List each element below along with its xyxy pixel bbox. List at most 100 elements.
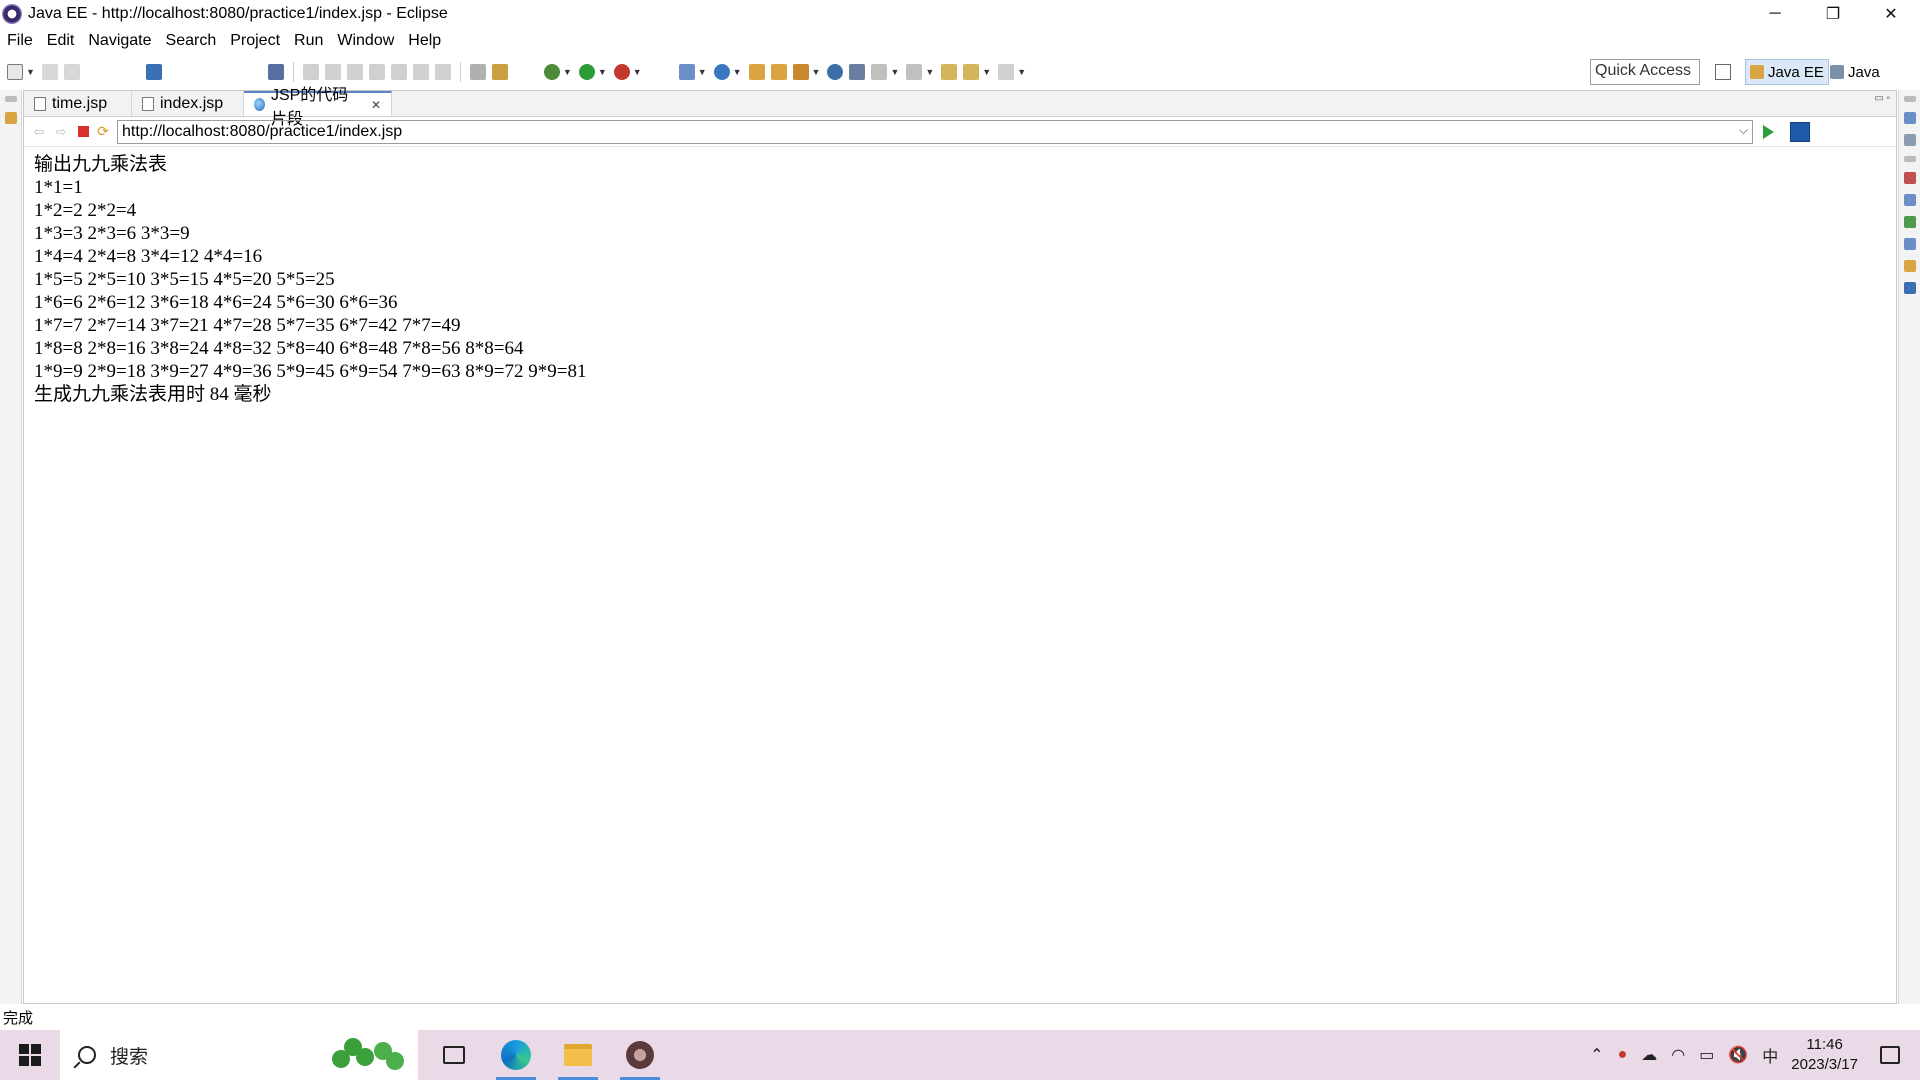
step-return-icon[interactable] <box>434 64 451 80</box>
snippets-icon[interactable] <box>1903 260 1916 272</box>
console-view-icon[interactable] <box>1903 282 1916 294</box>
new-server-icon[interactable] <box>678 64 695 80</box>
notification-icon[interactable] <box>1880 1046 1900 1064</box>
qq-icon[interactable]: ● <box>1618 1046 1628 1064</box>
search-label: 搜索 <box>110 1046 149 1068</box>
last-edit-location-icon[interactable] <box>941 64 958 80</box>
go-icon[interactable] <box>1763 124 1774 139</box>
next-annotation-caret[interactable]: ▼ <box>890 67 899 77</box>
data-source-explorer-icon[interactable] <box>1903 238 1916 250</box>
terminate-icon[interactable] <box>346 64 363 80</box>
close-button[interactable]: ✕ <box>1862 0 1920 28</box>
save-icon[interactable] <box>41 64 58 80</box>
task-view-button[interactable] <box>424 1030 484 1080</box>
wifi-icon[interactable]: ◠ <box>1671 1045 1685 1065</box>
url-input[interactable]: http://localhost:8080/practice1/index.js… <box>117 119 1753 144</box>
open-perspective-icon[interactable] <box>1715 64 1731 80</box>
restore-right-view-icon[interactable] <box>1903 96 1916 102</box>
minimize-maximize-icon[interactable]: ▭ ▫ <box>1874 93 1890 104</box>
menu-help[interactable]: Help <box>401 32 448 50</box>
debug-icon[interactable] <box>543 64 560 80</box>
taskbar-file-explorer[interactable] <box>548 1030 608 1080</box>
menu-file[interactable]: File <box>0 32 40 50</box>
disconnect-icon[interactable] <box>368 64 385 80</box>
prev-annotation-icon[interactable] <box>906 64 923 80</box>
new-web-service-dropdown-caret[interactable]: ▼ <box>733 67 742 77</box>
new-icon[interactable] <box>7 64 23 80</box>
folder-icon <box>564 1044 592 1066</box>
task-list-icon[interactable] <box>1903 134 1916 146</box>
chevron-down-icon[interactable]: ⌵ <box>1739 123 1748 138</box>
menu-window[interactable]: Window <box>330 32 401 50</box>
project-explorer-icon[interactable] <box>4 112 17 124</box>
use-step-filters-icon[interactable] <box>491 64 508 80</box>
chevron-up-icon[interactable]: ⌃ <box>1590 1045 1603 1065</box>
menu-search[interactable]: Search <box>159 32 224 50</box>
bookmark-icon[interactable] <box>1790 121 1810 142</box>
restore-view-icon[interactable] <box>4 96 17 102</box>
prev-annotation-caret[interactable]: ▼ <box>925 67 934 77</box>
console-icon[interactable] <box>145 64 162 80</box>
run-server-dropdown-caret[interactable]: ▼ <box>633 67 642 77</box>
ime-indicator[interactable]: 中 <box>1762 1043 1778 1067</box>
start-button[interactable] <box>0 1030 60 1080</box>
debug-dropdown-caret[interactable]: ▼ <box>563 67 572 77</box>
tab-time-jsp[interactable]: time.jsp <box>24 91 132 116</box>
minimize-button[interactable]: ─ <box>1746 0 1804 28</box>
save-all-icon[interactable] <box>63 64 80 80</box>
new-server-dropdown-caret[interactable]: ▼ <box>698 67 707 77</box>
forward-arrow-icon[interactable]: ⇨ <box>52 123 70 141</box>
tab-index-jsp[interactable]: index.jsp <box>132 91 244 116</box>
close-tab-icon[interactable]: ✕ <box>371 98 381 112</box>
quick-access-input[interactable]: Quick Access <box>1590 59 1700 85</box>
new-dropdown-caret[interactable]: ▼ <box>26 67 35 77</box>
skip-breakpoints-icon[interactable] <box>267 64 284 80</box>
open-type-icon[interactable] <box>748 64 765 80</box>
perspective-java-ee[interactable]: Java EE <box>1745 59 1829 85</box>
run-icon[interactable] <box>578 64 595 80</box>
back-dropdown-caret[interactable]: ▼ <box>982 67 991 77</box>
suspend-icon[interactable] <box>324 64 341 80</box>
task-view-icon <box>443 1046 465 1064</box>
forward-dropdown-caret[interactable]: ▼ <box>1017 67 1026 77</box>
resume-icon[interactable] <box>302 64 319 80</box>
back-arrow-icon[interactable]: ⇦ <box>30 123 48 141</box>
restore-button[interactable]: ❐ <box>1804 0 1862 28</box>
back-icon[interactable] <box>963 64 980 80</box>
taskbar-edge[interactable] <box>486 1030 546 1080</box>
clock[interactable]: 11:46 2023/3/17 <box>1791 1035 1858 1075</box>
open-folder-icon[interactable] <box>770 64 787 80</box>
annotation-icon[interactable] <box>849 64 866 80</box>
step-over-icon[interactable] <box>412 64 429 80</box>
drop-to-frame-icon[interactable] <box>469 64 486 80</box>
tab-label: time.jsp <box>52 94 108 112</box>
step-into-icon[interactable] <box>390 64 407 80</box>
search-tool-icon[interactable] <box>792 64 809 80</box>
markers-icon[interactable] <box>1903 172 1916 184</box>
title-bar: Java EE - http://localhost:8080/practice… <box>0 0 1920 28</box>
battery-icon[interactable]: ▭ <box>1699 1045 1714 1065</box>
browser-icon[interactable] <box>827 64 844 80</box>
volume-muted-icon[interactable]: 🔇 <box>1728 1045 1748 1065</box>
outline-icon[interactable] <box>1903 112 1916 124</box>
refresh-icon[interactable]: ⟳ <box>95 123 111 140</box>
restore-bottom-view-icon[interactable] <box>1903 156 1916 162</box>
search-dropdown-caret[interactable]: ▼ <box>812 67 821 77</box>
properties-icon[interactable] <box>1903 194 1916 206</box>
tab-jsp-snippet[interactable]: JSP的代码片段 ✕ <box>244 87 392 128</box>
menu-project[interactable]: Project <box>223 32 287 50</box>
next-annotation-icon[interactable] <box>871 64 888 80</box>
new-web-service-icon[interactable] <box>713 64 730 80</box>
perspective-java[interactable]: Java <box>1826 59 1884 85</box>
menu-edit[interactable]: Edit <box>40 32 82 50</box>
menu-run[interactable]: Run <box>287 32 330 50</box>
menu-navigate[interactable]: Navigate <box>81 32 158 50</box>
run-dropdown-caret[interactable]: ▼ <box>598 67 607 77</box>
cloud-icon[interactable]: ☁ <box>1641 1045 1657 1065</box>
run-server-icon[interactable] <box>613 64 630 80</box>
taskbar-eclipse[interactable] <box>610 1030 670 1080</box>
taskbar-search[interactable]: 搜索 <box>60 1030 418 1080</box>
stop-icon[interactable] <box>78 126 89 137</box>
servers-icon[interactable] <box>1903 216 1916 228</box>
forward-icon[interactable] <box>998 64 1015 80</box>
